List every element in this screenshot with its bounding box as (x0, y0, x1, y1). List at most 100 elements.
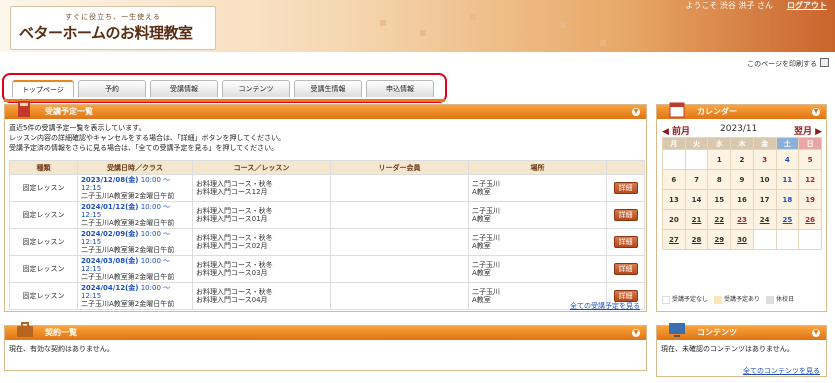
contents-text: 現在、未確認のコンテンツはありません。 (661, 345, 794, 353)
course-name: お料理入門コース・秋冬 (196, 180, 273, 188)
detail-button[interactable]: 詳細 (613, 263, 638, 275)
lesson-place: 二子玉川 A教室 (468, 228, 607, 256)
weekday: 水 (707, 137, 732, 150)
next-month-link[interactable]: 翌月 ▶ (794, 124, 822, 137)
lesson-name: お料理入門コース04月 (196, 296, 268, 304)
tab-underline (4, 99, 445, 102)
printer-icon[interactable] (820, 58, 829, 67)
calendar-day[interactable]: 2 (730, 149, 754, 170)
calendar-month: 2023/11 (720, 124, 758, 134)
calendar-day[interactable]: 9 (730, 169, 754, 190)
place-name: 二子玉川 (472, 207, 500, 215)
calendar-day[interactable]: 26 (798, 209, 822, 230)
logo-name: ベターホームのお料理教室 (19, 24, 193, 42)
calendar-day[interactable]: 19 (798, 189, 822, 210)
weekday: 土 (775, 137, 800, 150)
collapse-toggle-icon[interactable]: ▼ (812, 329, 820, 337)
calendar-day (752, 229, 777, 250)
contract-text: 現在、有効な契約はありません。 (9, 345, 114, 353)
legend-label: 受講予定なし (672, 296, 709, 303)
intro-line: レッスン内容の詳細確認やキャンセルをする場合は、「詳細」ボタンを押してください。 (9, 134, 286, 142)
place-name: 二子玉川 (472, 261, 500, 269)
place-name: 二子玉川 (472, 288, 500, 296)
collapse-toggle-icon[interactable]: ▼ (632, 329, 640, 337)
tab-application-info[interactable]: 申込情報 (366, 80, 434, 97)
table-row: 固定レッスン 2023/12/08(金) 10:00 ～ 12:15 二子玉川A教… (9, 174, 645, 202)
lesson-place: 二子玉川 A教室 (468, 255, 607, 283)
lesson-class: 二子玉川A教室第2金曜日午前 (81, 192, 175, 200)
calendar-day[interactable]: 20 (662, 209, 686, 230)
table-row: 固定レッスン 2024/01/12(金) 10:00 ～ 12:15 二子玉川A教… (9, 201, 645, 229)
calendar-day[interactable]: 6 (662, 169, 686, 190)
detail-cell: 詳細 (606, 255, 645, 283)
legend-swatch (714, 295, 723, 304)
calendar-day[interactable]: 23 (730, 209, 754, 230)
lesson-type: 固定レッスン (9, 228, 78, 256)
column-header: 受講日時／クラス (77, 160, 193, 175)
site-logo[interactable]: すぐに役立ち、一生使える ベターホームのお料理教室 (10, 6, 216, 50)
print-page-link[interactable]: このページを印刷する (747, 59, 817, 69)
calendar-day[interactable]: 27 (662, 229, 686, 250)
calendar-day[interactable]: 13 (662, 189, 686, 210)
calendar-week: 13 14 15 16 17 18 19 (662, 189, 822, 210)
tab-attendance-info[interactable]: 受講情報 (150, 80, 218, 97)
place-room: A教室 (472, 242, 491, 250)
calendar-day[interactable]: 29 (707, 229, 732, 250)
column-header: コース／レッスン (192, 160, 331, 175)
calendar-day[interactable]: 21 (684, 209, 709, 230)
collapse-toggle-icon[interactable]: ▼ (812, 108, 820, 116)
calendar-day[interactable]: 7 (684, 169, 709, 190)
header-decoration (380, 20, 386, 26)
place-room: A教室 (472, 269, 491, 277)
calendar-day[interactable]: 3 (752, 149, 777, 170)
calendar-day[interactable]: 4 (775, 149, 800, 170)
weekday: 月 (662, 137, 686, 150)
detail-button[interactable]: 詳細 (613, 182, 638, 194)
contents-panel-header: コンテンツ ▼ (657, 323, 826, 340)
schedule-intro: 直近5件の受講予定一覧を表示しています。 レッスン内容の詳細確認やキャンセルをす… (9, 123, 285, 153)
lesson-class: 二子玉川A教室第2金曜日午前 (81, 246, 175, 254)
lesson-datetime: 2023/12/08(金) 10:00 ～ 12:15 二子玉川A教室第2金曜日午… (77, 174, 193, 202)
schedule-panel-header: 受講予定一覧 ▼ (5, 101, 646, 119)
calendar-day[interactable]: 16 (730, 189, 754, 210)
calendar-day[interactable]: 15 (707, 189, 732, 210)
calendar-day[interactable]: 11 (775, 169, 800, 190)
calendar-day (684, 149, 709, 170)
table-row: 固定レッスン 2024/04/12(金) 10:00 ～ 12:15 二子玉川A教… (9, 282, 645, 310)
contents-panel: コンテンツ ▼ 現在、未確認のコンテンツはありません。 全てのコンテンツを見る (656, 323, 827, 377)
detail-button[interactable]: 詳細 (613, 209, 638, 221)
lesson-type: 固定レッスン (9, 282, 78, 310)
collapse-toggle-icon[interactable]: ▼ (632, 108, 640, 116)
tab-contents[interactable]: コンテンツ (222, 80, 290, 97)
tab-top[interactable]: トップページ (12, 80, 74, 97)
contents-title: コンテンツ (697, 328, 737, 337)
calendar-day[interactable]: 24 (752, 209, 777, 230)
lesson-course: お料理入門コース・秋冬 お料理入門コース04月 (192, 282, 331, 310)
calendar-day[interactable]: 12 (798, 169, 822, 190)
calendar-day[interactable]: 5 (798, 149, 822, 170)
calendar-day[interactable]: 14 (684, 189, 709, 210)
weekday: 木 (730, 137, 754, 150)
detail-cell: 詳細 (606, 228, 645, 256)
calendar-day[interactable]: 30 (730, 229, 754, 250)
all-schedules-link[interactable]: 全ての受講予定を見る (570, 301, 640, 311)
calendar-day[interactable]: 1 (707, 149, 732, 170)
calendar-day[interactable]: 17 (752, 189, 777, 210)
calendar-day[interactable]: 18 (775, 189, 800, 210)
calendar-day[interactable]: 8 (707, 169, 732, 190)
calendar-week: 20 21 22 23 24 25 26 (662, 209, 822, 230)
detail-button[interactable]: 詳細 (613, 236, 638, 248)
tab-student-info[interactable]: 受講生情報 (294, 80, 362, 97)
place-name: 二子玉川 (472, 180, 500, 188)
calendar-day[interactable]: 25 (775, 209, 800, 230)
schedule-title: 受講予定一覧 (45, 107, 93, 116)
prev-month-link[interactable]: ◀ 前月 (662, 124, 690, 137)
legend-item: 休校日 (766, 294, 794, 304)
all-contents-link[interactable]: 全てのコンテンツを見る (743, 366, 820, 376)
course-name: お料理入門コース・秋冬 (196, 234, 273, 242)
logout-link[interactable]: ログアウト (787, 0, 827, 12)
tab-reservation[interactable]: 予約 (78, 80, 146, 97)
calendar-day[interactable]: 28 (684, 229, 709, 250)
calendar-day[interactable]: 22 (707, 209, 732, 230)
calendar-day[interactable]: 10 (752, 169, 777, 190)
